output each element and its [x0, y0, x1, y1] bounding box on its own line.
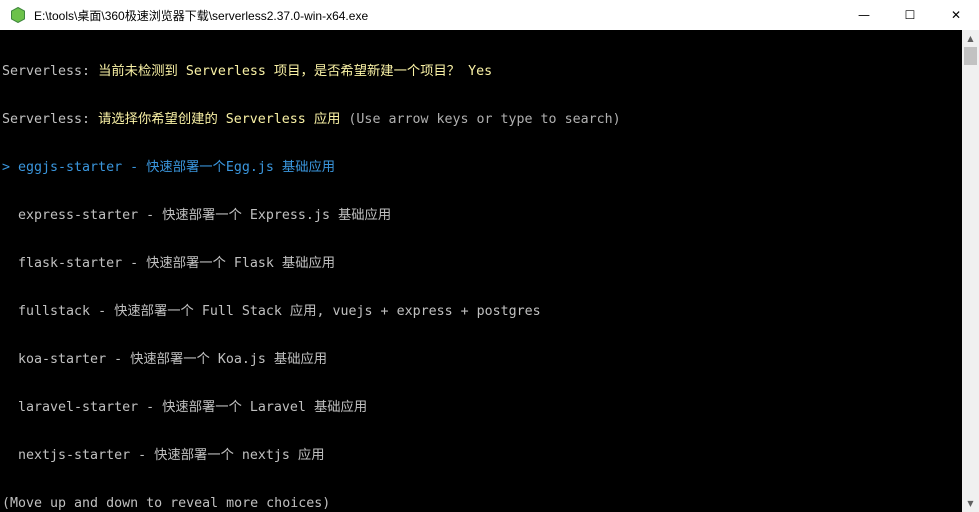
- scroll-up-icon[interactable]: ▲: [962, 30, 979, 47]
- prompt-label: Serverless:: [2, 64, 99, 79]
- choice-item[interactable]: koa-starter - 快速部署一个 Koa.js 基础应用: [2, 352, 962, 368]
- window-title: E:\tools\桌面\360极速浏览器下载\serverless2.37.0-…: [34, 8, 369, 23]
- close-button[interactable]: ✕: [933, 0, 979, 30]
- prompt-question: 请选择你希望创建的 Serverless 应用: [98, 112, 349, 127]
- prompt-label: Serverless:: [2, 112, 99, 127]
- prompt-question: 当前未检测到 Serverless 项目，是否希望新建一个项目？: [98, 64, 469, 79]
- title-bar[interactable]: E:\tools\桌面\360极速浏览器下载\serverless2.37.0-…: [0, 0, 979, 30]
- choice-item[interactable]: fullstack - 快速部署一个 Full Stack 应用, vuejs …: [2, 304, 962, 320]
- prompt-answer: Yes: [468, 64, 493, 79]
- choice-item[interactable]: nextjs-starter - 快速部署一个 nextjs 应用: [2, 448, 962, 464]
- nodejs-hexagon-icon: [10, 7, 26, 23]
- scroll-thumb[interactable]: [964, 47, 977, 65]
- vertical-scrollbar[interactable]: ▲ ▼: [962, 30, 979, 512]
- choice-item-selected[interactable]: > eggjs-starter - 快速部署一个Egg.js 基础应用: [2, 160, 962, 176]
- maximize-button[interactable]: ☐: [887, 0, 933, 30]
- choice-item[interactable]: flask-starter - 快速部署一个 Flask 基础应用: [2, 256, 962, 272]
- window-controls: — ☐ ✕: [841, 0, 979, 30]
- prompt-hint: (Use arrow keys or type to search): [348, 112, 621, 127]
- choice-item[interactable]: laravel-starter - 快速部署一个 Laravel 基础应用: [2, 400, 962, 416]
- choice-item[interactable]: express-starter - 快速部署一个 Express.js 基础应用: [2, 208, 962, 224]
- minimize-icon: —: [858, 8, 870, 22]
- console-window: E:\tools\桌面\360极速浏览器下载\serverless2.37.0-…: [0, 0, 979, 512]
- scroll-down-icon[interactable]: ▼: [962, 495, 979, 512]
- console-output[interactable]: Serverless: 当前未检测到 Serverless 项目，是否希望新建一…: [0, 30, 962, 512]
- footer-hint: (Move up and down to reveal more choices…: [2, 496, 331, 511]
- close-icon: ✕: [950, 8, 962, 22]
- prompt-line-1: Serverless: 当前未检测到 Serverless 项目，是否希望新建一…: [2, 64, 962, 80]
- prompt-line-2: Serverless: 请选择你希望创建的 Serverless 应用 (Use…: [2, 112, 962, 128]
- maximize-icon: ☐: [904, 8, 916, 22]
- minimize-button[interactable]: —: [841, 0, 887, 30]
